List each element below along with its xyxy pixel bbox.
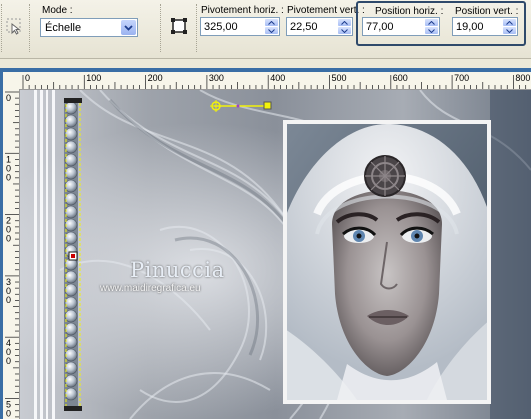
tool-options-bar: Mode : Échelle Pivotement horiz. : 325,0… xyxy=(0,0,531,59)
pos-h-label: Position horiz. : xyxy=(375,6,444,17)
bead xyxy=(64,374,78,388)
bead xyxy=(64,127,78,141)
ruler-corner xyxy=(3,72,20,90)
ruler-h-label: 300 xyxy=(209,73,224,83)
pos-h-spinbox[interactable]: 77,00 xyxy=(362,17,440,36)
bead xyxy=(64,322,78,336)
ruler-h-label: 400 xyxy=(270,73,285,83)
pos-v-value: 19,00 xyxy=(456,21,484,33)
spin-up-icon[interactable] xyxy=(265,19,278,26)
pos-v-label: Position vert. : xyxy=(455,6,519,17)
ruler-h-label: 0 xyxy=(25,73,30,83)
spin-up-icon[interactable] xyxy=(425,19,438,26)
vertical-ruler-ticks: 0100200300400500 xyxy=(5,91,19,419)
perspective-icon[interactable] xyxy=(170,17,188,35)
portrait-photo xyxy=(283,120,491,404)
ruler-h-label: 100 xyxy=(86,73,101,83)
pivot-v-spinbox[interactable]: 22,50 xyxy=(286,17,353,36)
spin-up-icon[interactable] xyxy=(338,19,351,26)
bead xyxy=(64,179,78,193)
toolbar-grip[interactable] xyxy=(160,4,164,52)
ruler-h-label: 800 xyxy=(515,73,530,83)
mode-dropdown[interactable]: Échelle xyxy=(40,18,138,37)
pos-v-spinbox[interactable]: 19,00 xyxy=(452,17,518,36)
image-canvas[interactable]: Pinuccia www.maidiregrafica.eu xyxy=(20,90,531,419)
pivot-v-label: Pivotement vert. : xyxy=(287,5,365,16)
bead xyxy=(64,335,78,349)
bead xyxy=(64,387,78,401)
bead xyxy=(64,166,78,180)
bead xyxy=(64,231,78,245)
ruler-v-label: 0 xyxy=(6,234,11,244)
bead xyxy=(64,283,78,297)
bead xyxy=(64,270,78,284)
ruler-h-label: 700 xyxy=(454,73,469,83)
mode-value: Échelle xyxy=(45,22,82,34)
horizontal-ruler-ticks: 0 100 200 300 400 500 600 700 800 xyxy=(22,73,530,89)
bead xyxy=(64,205,78,219)
pivot-h-value: 325,00 xyxy=(204,21,238,33)
bead xyxy=(64,348,78,362)
horizontal-ruler[interactable]: 0 100 200 300 400 500 600 700 800 xyxy=(19,72,531,90)
bead xyxy=(64,101,78,115)
pick-tool-icon[interactable] xyxy=(4,16,24,36)
spin-down-icon[interactable] xyxy=(503,27,516,34)
bead xyxy=(64,140,78,154)
spin-down-icon[interactable] xyxy=(338,27,351,34)
ruler-h-label: 200 xyxy=(148,73,163,83)
spin-down-icon[interactable] xyxy=(425,27,438,34)
pos-h-value: 77,00 xyxy=(366,21,394,33)
bead xyxy=(64,296,78,310)
vertical-ruler[interactable]: 0100200300400500 xyxy=(3,89,20,419)
ruler-v-label: 0 xyxy=(6,295,11,305)
spin-down-icon[interactable] xyxy=(265,27,278,34)
ruler-v-label: 0 xyxy=(6,93,11,103)
mode-label: Mode : xyxy=(42,5,73,16)
bead xyxy=(64,361,78,375)
pivot-v-value: 22,50 xyxy=(290,21,318,33)
watermark-name: Pinuccia xyxy=(130,258,225,282)
bead-column xyxy=(64,101,78,401)
ruler-h-label: 600 xyxy=(393,73,408,83)
bead xyxy=(64,218,78,232)
pivot-h-spinbox[interactable]: 325,00 xyxy=(200,17,280,36)
bead xyxy=(64,192,78,206)
bead xyxy=(64,309,78,323)
bead xyxy=(64,153,78,167)
pivot-h-label: Pivotement horiz. : xyxy=(201,5,284,16)
ruler-h-label: 500 xyxy=(332,73,347,83)
spin-up-icon[interactable] xyxy=(503,19,516,26)
ruler-v-label: 0 xyxy=(6,356,11,366)
watermark-url: www.maidiregrafica.eu xyxy=(100,283,201,294)
chevron-down-icon[interactable] xyxy=(121,20,136,35)
ruler-v-label: 0 xyxy=(6,172,11,182)
toolbar-grip[interactable] xyxy=(29,4,33,52)
bead xyxy=(64,114,78,128)
